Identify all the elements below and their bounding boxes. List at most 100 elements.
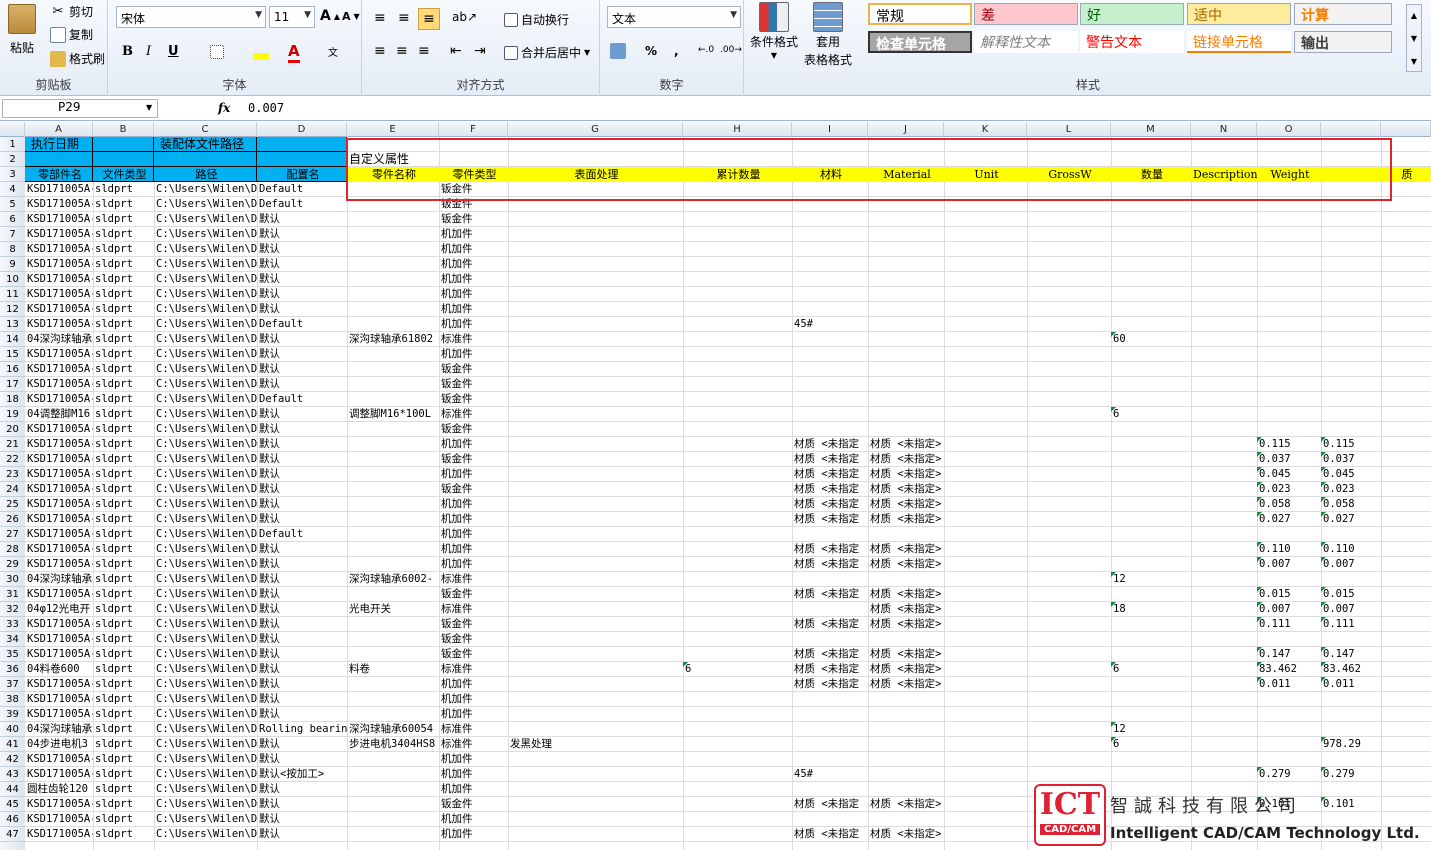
cell-C12[interactable]: C:\Users\Wilen\De [154, 302, 257, 317]
increase-indent-button[interactable]: ⇥ [474, 43, 486, 59]
row-header[interactable]: 15 [0, 347, 25, 362]
cell-style-2[interactable]: 好 [1080, 3, 1184, 25]
comma-button[interactable]: , [674, 44, 679, 58]
cell-I35[interactable]: 材质 <未指定 [792, 647, 868, 662]
cell-M19[interactable]: 6 [1111, 407, 1191, 422]
cell-A11[interactable]: KSD171005A- [25, 287, 93, 302]
cell-B22[interactable]: sldprt [93, 452, 154, 467]
cell-style-9[interactable]: 输出 [1294, 31, 1392, 53]
row-header[interactable]: 34 [0, 632, 25, 647]
cell-I24[interactable]: 材质 <未指定 [792, 482, 868, 497]
cell-A29[interactable]: KSD171005A- [25, 557, 93, 572]
cell-B18[interactable]: sldprt [93, 392, 154, 407]
cell-F19[interactable]: 标准件 [439, 407, 508, 422]
cell-C4[interactable]: C:\Users\Wilen\De [154, 182, 257, 197]
cell-I31[interactable]: 材质 <未指定 [792, 587, 868, 602]
cell-I36[interactable]: 材质 <未指定 [792, 662, 868, 677]
conditional-format-button[interactable]: 条件格式 ▼ [750, 2, 798, 60]
column-header-D[interactable]: D [257, 122, 347, 137]
cell-I45[interactable]: 材质 <未指定 [792, 797, 868, 812]
cell-D10[interactable]: 默认 [257, 272, 347, 287]
fill-color-button[interactable] [253, 44, 269, 60]
row-header[interactable]: 21 [0, 437, 25, 452]
cell-C42[interactable]: C:\Users\Wilen\De [154, 752, 257, 767]
row-header[interactable]: 18 [0, 392, 25, 407]
cell-A15[interactable]: KSD171005A- [25, 347, 93, 362]
cell-B29[interactable]: sldprt [93, 557, 154, 572]
row-header[interactable]: 43 [0, 767, 25, 782]
row-header[interactable]: 25 [0, 497, 25, 512]
worksheet-grid[interactable]: 执行日期 装配体文件路径 自定义属性 零部件名 文件类型 路径 配置名 零件名称 零件类型 表面处… [25, 137, 1431, 850]
orientation-button[interactable]: ab↗ [452, 10, 477, 24]
cell-D37[interactable]: 默认 [257, 677, 347, 692]
cell-P31[interactable]: 0.015 [1321, 587, 1381, 602]
cell-C7[interactable]: C:\Users\Wilen\De [154, 227, 257, 242]
cell-P29[interactable]: 0.007 [1321, 557, 1381, 572]
cell-C26[interactable]: C:\Users\Wilen\De [154, 512, 257, 527]
cell-B10[interactable]: sldprt [93, 272, 154, 287]
row-header[interactable]: 1 [0, 137, 25, 152]
cell-F16[interactable]: 钣金件 [439, 362, 508, 377]
cell-D15[interactable]: 默认 [257, 347, 347, 362]
cell-M40[interactable]: 12 [1111, 722, 1191, 737]
name-box[interactable]: P29 [2, 99, 158, 118]
cell-P35[interactable]: 0.147 [1321, 647, 1381, 662]
cell-D14[interactable]: 默认 [257, 332, 347, 347]
align-middle-button[interactable]: ≡ [398, 10, 410, 26]
row-header[interactable]: 32 [0, 602, 25, 617]
cell-C29[interactable]: C:\Users\Wilen\De [154, 557, 257, 572]
cell-J47[interactable]: 材质 <未指定> [868, 827, 944, 842]
cell-F40[interactable]: 标准件 [439, 722, 508, 737]
cell-D7[interactable]: 默认 [257, 227, 347, 242]
row-header[interactable]: 31 [0, 587, 25, 602]
cell-D18[interactable]: Default [257, 392, 347, 407]
row-header[interactable]: 27 [0, 527, 25, 542]
bold-button[interactable]: B [122, 44, 133, 59]
column-header-A[interactable]: A [25, 122, 93, 137]
cell-D12[interactable]: 默认 [257, 302, 347, 317]
cell-I13[interactable]: 45# [792, 317, 868, 332]
cell-J23[interactable]: 材质 <未指定> [868, 467, 944, 482]
cell-style-1[interactable]: 差 [974, 3, 1078, 25]
cell-A24[interactable]: KSD171005A- [25, 482, 93, 497]
column-header-J[interactable]: J [868, 122, 944, 137]
cell-C33[interactable]: C:\Users\Wilen\De [154, 617, 257, 632]
cell-F31[interactable]: 钣金件 [439, 587, 508, 602]
cell-A32[interactable]: 04φ12光电开 [25, 602, 93, 617]
row-header[interactable]: 46 [0, 812, 25, 827]
cell-F33[interactable]: 钣金件 [439, 617, 508, 632]
cell-D17[interactable]: 默认 [257, 377, 347, 392]
cell-B26[interactable]: sldprt [93, 512, 154, 527]
cell-B39[interactable]: sldprt [93, 707, 154, 722]
row-header[interactable]: 14 [0, 332, 25, 347]
cell-D34[interactable]: 默认 [257, 632, 347, 647]
cell-J35[interactable]: 材质 <未指定> [868, 647, 944, 662]
row-header[interactable]: 16 [0, 362, 25, 377]
cell-A38[interactable]: KSD171005A- [25, 692, 93, 707]
cell-B44[interactable]: sldprt [93, 782, 154, 797]
row-header[interactable]: 24 [0, 482, 25, 497]
cell-E41[interactable]: 步进电机3404HS8 [347, 737, 439, 752]
cell-F26[interactable]: 机加件 [439, 512, 508, 527]
cell-A42[interactable]: KSD171005A- [25, 752, 93, 767]
cell-C16[interactable]: C:\Users\Wilen\De [154, 362, 257, 377]
cell-B47[interactable]: sldprt [93, 827, 154, 842]
cell-A16[interactable]: KSD171005A- [25, 362, 93, 377]
row-header[interactable]: 36 [0, 662, 25, 677]
cell-C30[interactable]: C:\Users\Wilen\De [154, 572, 257, 587]
cell-I22[interactable]: 材质 <未指定 [792, 452, 868, 467]
cell-E40[interactable]: 深沟球轴承60054 [347, 722, 439, 737]
cell-D43[interactable]: 默认<按加工> [257, 767, 347, 782]
cell-M14[interactable]: 60 [1111, 332, 1191, 347]
cell-J36[interactable]: 材质 <未指定> [868, 662, 944, 677]
decrease-indent-button[interactable]: ⇤ [450, 43, 462, 59]
cell-A43[interactable]: KSD171005A- [25, 767, 93, 782]
cell-D26[interactable]: 默认 [257, 512, 347, 527]
cell-A33[interactable]: KSD171005A- [25, 617, 93, 632]
cell-B3[interactable]: 文件类型 [93, 167, 154, 182]
cell-J28[interactable]: 材质 <未指定> [868, 542, 944, 557]
cell-C39[interactable]: C:\Users\Wilen\De [154, 707, 257, 722]
cell-F39[interactable]: 机加件 [439, 707, 508, 722]
cell-F24[interactable]: 钣金件 [439, 482, 508, 497]
cell-D47[interactable]: 默认 [257, 827, 347, 842]
